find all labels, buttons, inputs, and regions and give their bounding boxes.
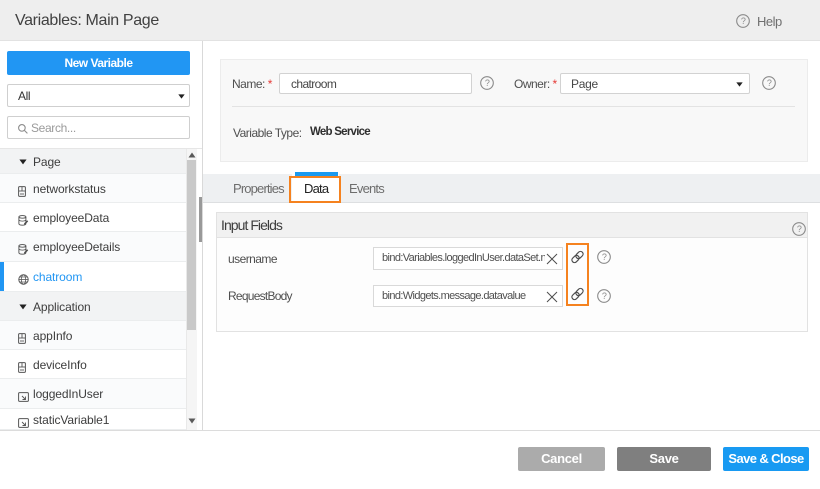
svg-text:?: ? xyxy=(797,224,802,234)
svg-text:?: ? xyxy=(767,78,772,88)
svg-text:?: ? xyxy=(485,78,490,88)
svg-text:?: ? xyxy=(602,252,607,262)
svg-text:?: ? xyxy=(602,291,607,301)
svg-text:?: ? xyxy=(741,16,746,26)
